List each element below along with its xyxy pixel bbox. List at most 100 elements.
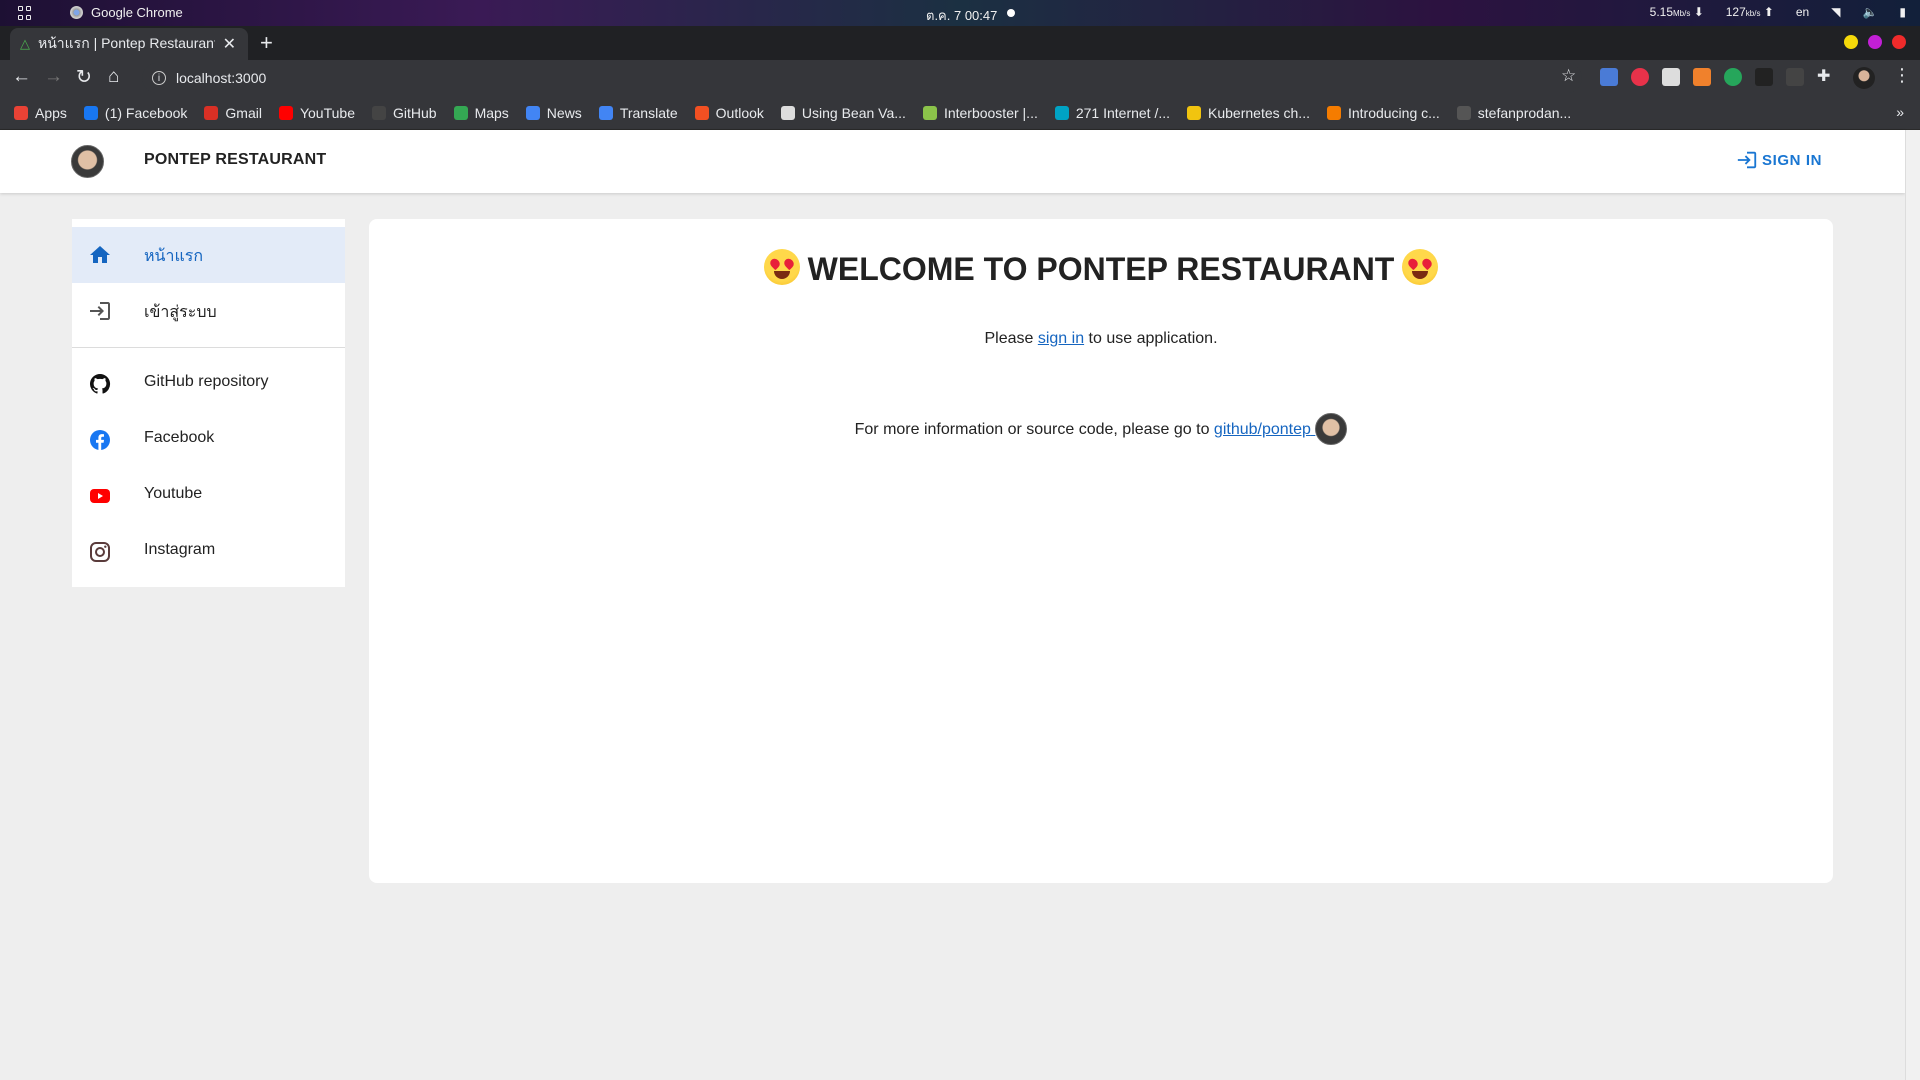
tab-close-icon[interactable]: ✕ xyxy=(223,34,236,54)
bookmark-label: Apps xyxy=(35,104,67,121)
facebook-icon xyxy=(90,430,110,450)
sign-in-button[interactable]: SIGN IN xyxy=(1736,149,1822,171)
tab-favicon-icon: △ xyxy=(20,36,30,51)
bookmark-item[interactable]: Using Bean Va... xyxy=(780,104,906,121)
bookmarks-bar: Apps (1) Facebook Gmail YouTube GitHub Maps Ne… xyxy=(0,96,1920,130)
bookmark-favicon-icon xyxy=(1187,105,1202,120)
ext-red-icon[interactable] xyxy=(1631,68,1649,86)
site-info-icon[interactable]: i xyxy=(152,71,166,85)
ext-printer-icon[interactable] xyxy=(1662,68,1680,86)
sign-in-link[interactable]: sign in xyxy=(1038,330,1084,347)
bookmark-label: stefanprodan... xyxy=(1477,104,1572,121)
bookmark-item[interactable]: Maps xyxy=(453,104,509,121)
source-info: For more information or source code, ple… xyxy=(369,413,1833,445)
extensions: ✚ xyxy=(1600,68,1835,86)
bookmark-item[interactable]: 271 Internet /... xyxy=(1054,105,1170,121)
bookmark-label: YouTube xyxy=(299,104,355,121)
bookmark-favicon-icon xyxy=(598,105,613,120)
drawer-divider xyxy=(72,347,345,348)
clock[interactable]: ต.ค. 7 00:47 xyxy=(926,5,997,26)
bookmark-item[interactable]: GitHub xyxy=(371,104,437,121)
wifi-icon[interactable]: ◥ xyxy=(1831,5,1840,19)
minimize-button[interactable] xyxy=(1844,35,1858,49)
bookmark-item[interactable]: Introducing c... xyxy=(1326,104,1440,121)
volume-icon[interactable]: 🔈 xyxy=(1862,5,1877,19)
bookmark-favicon-icon xyxy=(453,105,468,120)
heart-eyes-emoji-icon xyxy=(763,249,800,285)
bookmark-item[interactable]: Apps xyxy=(14,105,67,121)
instagram-icon xyxy=(90,542,110,562)
profile-avatar[interactable] xyxy=(1853,67,1875,89)
app-grid-icon[interactable] xyxy=(18,6,32,20)
close-window-button[interactable] xyxy=(1892,35,1906,49)
drawer-item-login[interactable]: เข้าสู่ระบบ xyxy=(72,283,345,339)
bookmark-item[interactable]: Translate xyxy=(598,104,678,121)
home-button-icon[interactable]: ⌂ xyxy=(108,66,119,88)
translate-ext-icon[interactable] xyxy=(1600,68,1618,86)
window-controls xyxy=(1844,35,1906,49)
chrome-menu-icon[interactable]: ⋮ xyxy=(1893,65,1911,86)
bookmark-item[interactable]: News xyxy=(525,105,582,121)
drawer-item-youtube[interactable]: Youtube xyxy=(72,468,345,524)
sign-in-label: SIGN IN xyxy=(1762,151,1823,169)
tab-strip: △ หน้าแรก | Pontep Restaurant ✕ + xyxy=(0,26,1920,60)
battery-icon[interactable]: ▮ xyxy=(1899,5,1906,19)
drawer-item-label: Youtube xyxy=(144,485,203,502)
drawer-item-label: หน้าแรก xyxy=(144,248,204,265)
bookmark-item[interactable]: YouTube xyxy=(278,104,355,121)
reload-icon[interactable]: ↻ xyxy=(76,66,92,89)
browser-tab[interactable]: △ หน้าแรก | Pontep Restaurant ✕ xyxy=(10,28,248,60)
bookmarks-more-button[interactable]: » xyxy=(1896,104,1904,120)
bookmark-favicon-icon xyxy=(1054,105,1069,120)
back-arrow-icon[interactable]: ← xyxy=(12,66,31,88)
bookmark-favicon-icon xyxy=(780,105,795,120)
github-link[interactable]: github/pontep xyxy=(1213,413,1348,445)
bookmark-label: Introducing c... xyxy=(1347,104,1440,121)
browser-toolbar: ← → ↻ ⌂ i localhost:3000 ☆ ✚ ⋮ xyxy=(0,60,1920,96)
bookmark-item[interactable]: Interbooster |... xyxy=(922,104,1038,121)
metamask-ext-icon[interactable] xyxy=(1693,68,1711,86)
notification-dot-icon xyxy=(1007,9,1015,17)
drawer-item-home[interactable]: หน้าแรก xyxy=(72,227,345,283)
drawer-item-label: Facebook xyxy=(144,429,215,446)
bookmark-item[interactable]: stefanprodan... xyxy=(1456,104,1572,121)
bookmark-label: Maps xyxy=(474,104,509,121)
logo-avatar[interactable] xyxy=(71,145,104,178)
bookmark-label: GitHub xyxy=(392,104,437,121)
prompt-text: to use application. xyxy=(1084,330,1218,347)
net-down: 5.15Mb/s ⬇ xyxy=(1649,5,1704,19)
github-link-label: github/pontep xyxy=(1213,421,1311,438)
language-indicator[interactable]: en xyxy=(1796,5,1809,19)
side-drawer: หน้าแรก เข้าสู่ระบบ GitHub repository Fa… xyxy=(72,219,345,587)
bookmark-label: Using Bean Va... xyxy=(801,104,906,121)
welcome-heading: WELCOME TO PONTEP RESTAURANT xyxy=(369,249,1833,288)
bookmark-item[interactable]: (1) Facebook xyxy=(83,104,188,121)
ext-gray-icon[interactable] xyxy=(1786,68,1804,86)
info-text: For more information or source code, ple… xyxy=(854,421,1214,438)
extensions-puzzle-icon[interactable]: ✚ xyxy=(1817,68,1835,86)
author-avatar xyxy=(1315,413,1348,445)
bookmark-star-icon[interactable]: ☆ xyxy=(1561,66,1576,86)
bookmark-item[interactable]: Kubernetes ch... xyxy=(1187,105,1310,121)
drawer-item-facebook[interactable]: Facebook xyxy=(72,412,345,468)
address-bar[interactable]: i localhost:3000 xyxy=(142,63,1582,93)
maximize-button[interactable] xyxy=(1868,35,1882,49)
brand-title[interactable]: PONTEP RESTAURANT xyxy=(144,151,326,169)
bookmark-item[interactable]: Gmail xyxy=(204,105,262,121)
bookmark-label: (1) Facebook xyxy=(104,104,188,121)
drawer-item-github[interactable]: GitHub repository xyxy=(72,356,345,412)
drawer-item-instagram[interactable]: Instagram xyxy=(72,524,345,580)
ext-green-icon[interactable] xyxy=(1724,68,1742,86)
ext-dark-icon[interactable] xyxy=(1755,68,1773,86)
active-app[interactable]: Google Chrome xyxy=(70,5,183,20)
bookmark-favicon-icon xyxy=(1326,105,1341,120)
github-icon xyxy=(89,373,111,394)
page-scrollbar[interactable] xyxy=(1905,130,1920,1080)
forward-arrow-icon[interactable]: → xyxy=(44,66,63,88)
drawer-item-label: เข้าสู่ระบบ xyxy=(144,304,217,321)
bookmark-label: Interbooster |... xyxy=(943,104,1038,121)
bookmark-label: Translate xyxy=(619,104,678,121)
bookmark-favicon-icon xyxy=(14,105,28,120)
new-tab-button[interactable]: + xyxy=(260,30,273,56)
bookmark-item[interactable]: Outlook xyxy=(694,105,764,121)
